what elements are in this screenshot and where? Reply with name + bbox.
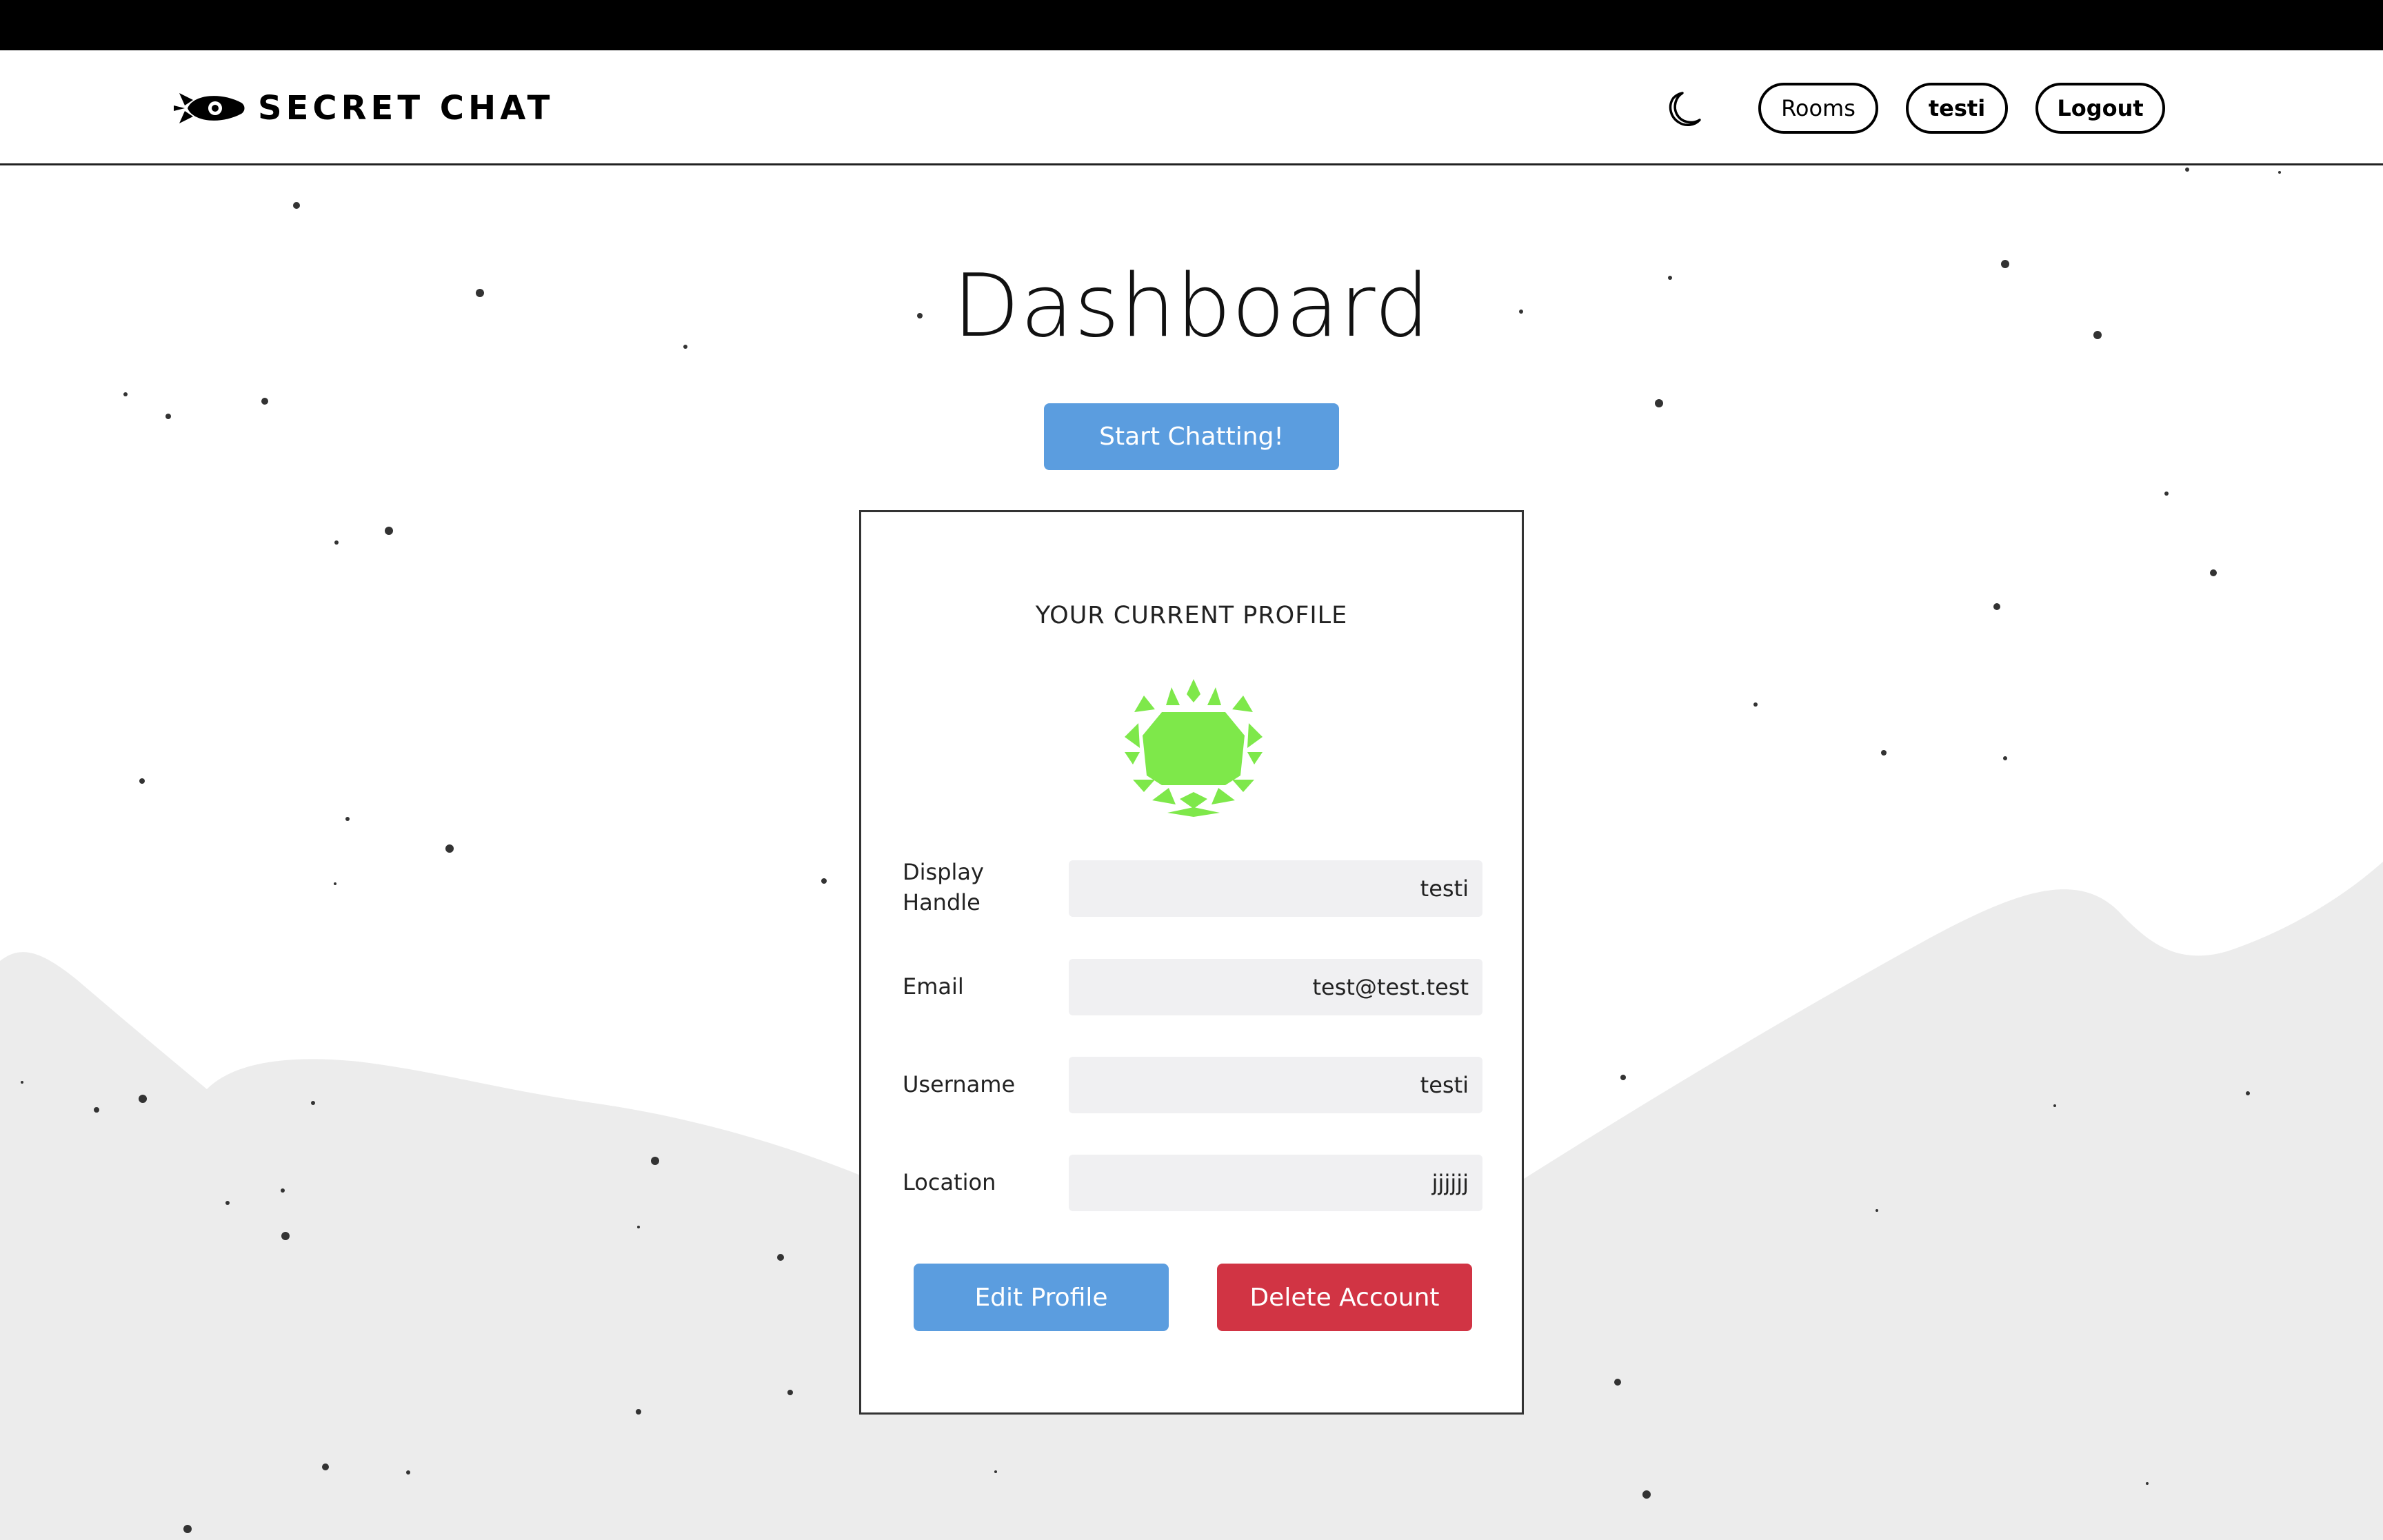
display-handle-field[interactable]: [1069, 860, 1482, 917]
display-handle-label: Display Handle: [903, 859, 984, 915]
edit-profile-button[interactable]: Edit Profile: [914, 1264, 1169, 1331]
logout-button[interactable]: Logout: [2035, 83, 2165, 134]
identicon-avatar: [1125, 679, 1263, 817]
nav-actions: Rooms testi Logout: [1666, 83, 2165, 134]
location-label: Location: [903, 1169, 996, 1195]
browser-top-bar: [0, 0, 2383, 50]
moon-icon[interactable]: [1666, 89, 1705, 128]
user-profile-button[interactable]: testi: [1906, 83, 2008, 134]
profile-card: YOUR CURRENT PROFILE Display Handle test…: [859, 510, 1524, 1415]
username-label: Username: [903, 1071, 1016, 1097]
location-field[interactable]: [1069, 1155, 1482, 1211]
email-label: Email: [903, 973, 964, 1000]
top-navbar: SECRET CHAT Rooms testi Logout: [0, 50, 2383, 165]
rocket-logo-icon: [174, 93, 245, 123]
brand-name: SECRET CHAT: [258, 89, 554, 128]
username-field[interactable]: [1069, 1057, 1482, 1113]
profile-heading: YOUR CURRENT PROFILE: [1035, 602, 1348, 629]
email-field[interactable]: [1069, 959, 1482, 1015]
start-chatting-button[interactable]: Start Chatting!: [1044, 403, 1339, 470]
page-title: Dashboard: [952, 255, 1431, 356]
brand[interactable]: SECRET CHAT: [172, 86, 554, 130]
rooms-button[interactable]: Rooms: [1758, 83, 1878, 134]
delete-account-button[interactable]: Delete Account: [1217, 1264, 1472, 1331]
